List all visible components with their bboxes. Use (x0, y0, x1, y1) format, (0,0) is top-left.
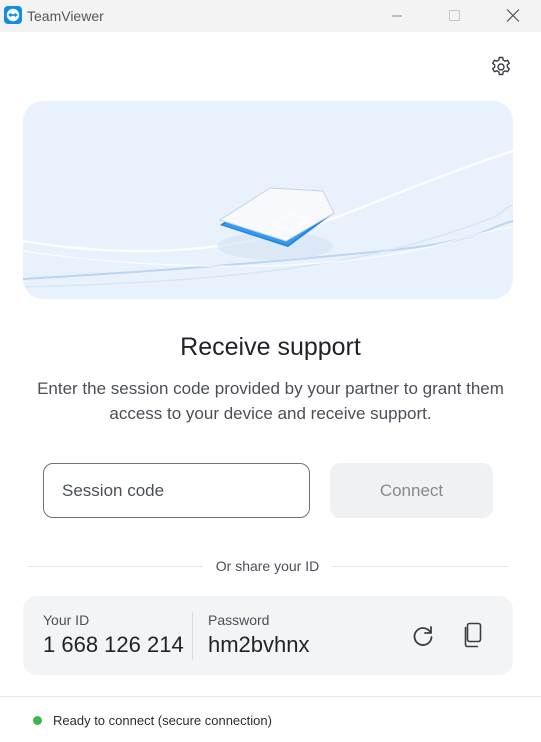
your-id-value: 1 668 126 214 (43, 632, 184, 657)
maximize-icon (449, 10, 460, 21)
refresh-icon (413, 626, 433, 646)
copy-icon (464, 622, 482, 648)
connect-button[interactable]: Connect (330, 463, 493, 518)
copy-button[interactable] (461, 622, 485, 650)
hero-illustration (23, 101, 513, 299)
session-code-input[interactable] (43, 463, 310, 518)
divider-label: Or share your ID (215, 558, 320, 574)
password-value: hm2bvhnx (208, 632, 310, 657)
gear-icon (492, 56, 510, 76)
page-title: Receive support (180, 333, 361, 361)
footer-divider (0, 696, 541, 697)
password-label: Password (208, 612, 270, 628)
page-description: Enter the session code provided by your … (37, 379, 504, 423)
minimize-icon (392, 15, 402, 17)
divider-right (332, 566, 508, 567)
teamviewer-logo-icon (4, 6, 22, 24)
settings-button[interactable] (489, 55, 513, 79)
id-card: Your ID 1 668 126 214 Password hm2bvhnx (23, 596, 513, 675)
status-text: Ready to connect (secure connection) (53, 713, 272, 728)
close-button[interactable] (489, 0, 537, 32)
device-illustration (217, 187, 335, 260)
window-title: TeamViewer (27, 8, 104, 24)
divider-left (28, 566, 203, 567)
maximize-button[interactable] (430, 0, 478, 32)
status-indicator (33, 716, 42, 725)
close-icon (506, 9, 520, 22)
your-id-label: Your ID (43, 612, 90, 628)
card-separator (192, 612, 193, 660)
minimize-button[interactable] (373, 0, 421, 32)
title-bar: TeamViewer (0, 0, 541, 32)
refresh-password-button[interactable] (410, 623, 436, 649)
